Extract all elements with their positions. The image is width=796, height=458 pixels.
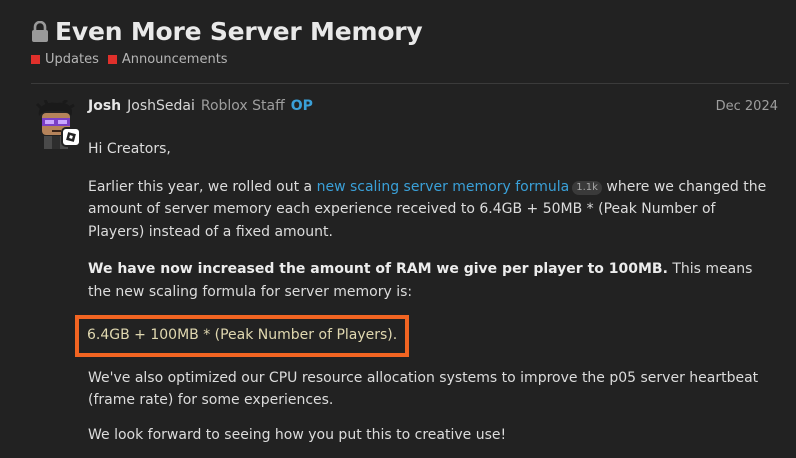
topic-title-row: Even More Server Memory [31,17,423,46]
post-greeting: Hi Creators, [88,141,171,157]
post-paragraph: Earlier this year, we rolled out a new s… [88,176,768,244]
divider [31,83,789,84]
category-announcements[interactable]: Announcements [107,52,228,67]
formula-highlight: 6.4GB + 100MB * (Peak Number of Players)… [75,315,410,357]
topic-title[interactable]: Even More Server Memory [55,17,423,46]
post-date[interactable]: Dec 2024 [716,99,778,114]
op-badge: OP [290,98,313,114]
category-swatch-icon [107,55,117,64]
category-swatch-icon [31,55,40,64]
post-paragraph: We have now increased the amount of RAM … [88,258,768,303]
paragraph-bold-text: We have now increased the amount of RAM … [88,261,668,277]
category-label: Announcements [121,52,228,67]
topic-page: Even More Server Memory Updates Announce… [0,0,796,458]
category-list: Updates Announcements [31,52,237,67]
author-username[interactable]: JoshSedai [127,98,195,114]
author-title: Roblox Staff [200,98,285,114]
post-header: Josh JoshSedai Roblox Staff OP Dec 2024 [88,98,778,114]
category-label: Updates [45,52,99,67]
avatar[interactable] [33,98,83,150]
formula-text: 6.4GB + 100MB * (Peak Number of Players)… [87,327,398,343]
paragraph-text: Earlier this year, we rolled out a [88,178,317,195]
author-name[interactable]: Josh [88,98,121,114]
post-paragraph: We've also optimized our CPU resource al… [88,369,759,409]
category-updates[interactable]: Updates [31,52,99,67]
link-click-count: 1.1k [572,180,602,195]
lock-icon [31,20,49,43]
formula-link[interactable]: new scaling server memory formula [317,179,570,195]
post-body: Hi Creators, Earlier this year, we rolle… [75,138,768,446]
post-paragraph: We look forward to seeing how you put th… [88,426,507,443]
